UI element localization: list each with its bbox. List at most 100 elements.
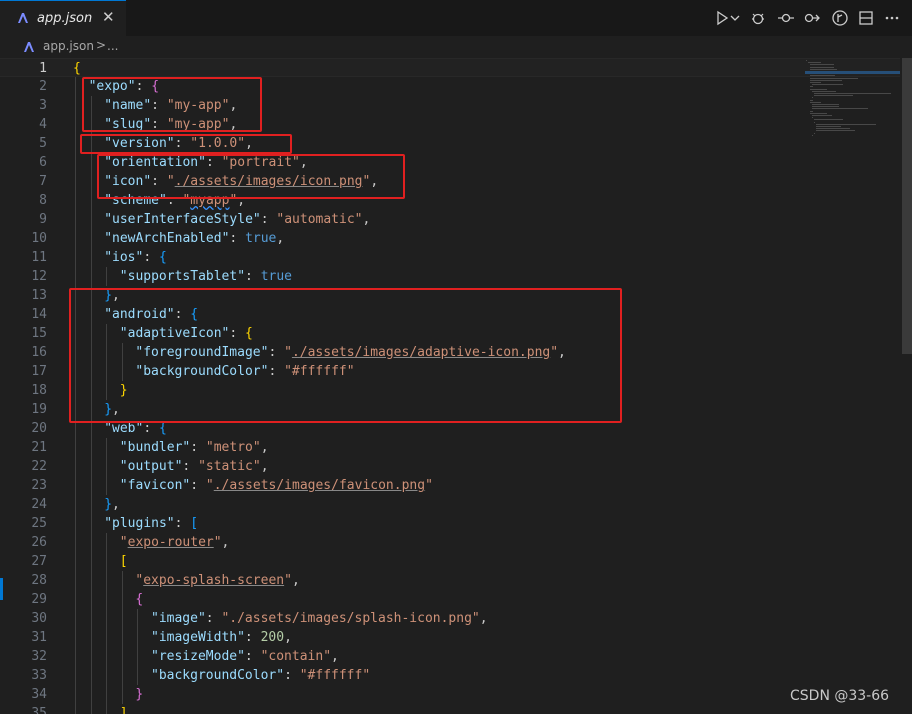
indent-guide (90, 495, 92, 514)
code-line[interactable]: 25 "plugins": [ (0, 514, 900, 533)
breadcrumb-more[interactable]: ... (107, 39, 118, 53)
code-token: : (229, 231, 246, 246)
breadcrumb-file[interactable]: app.json (43, 39, 94, 53)
code-line[interactable]: 9 "userInterfaceStyle": "automatic", (0, 210, 900, 229)
code-line[interactable]: 24}, (0, 495, 900, 514)
code-token: : (143, 421, 159, 436)
code-token: } (135, 687, 144, 702)
code-line[interactable]: 32 "resizeMode": "contain", (0, 647, 900, 666)
indent-guide (90, 609, 92, 628)
indent-guide (75, 704, 76, 714)
more-icon[interactable] (884, 10, 900, 26)
code-text: "newArchEnabled": true, (104, 229, 284, 248)
code-line[interactable]: 33 "backgroundColor": "#ffffff" (0, 666, 900, 685)
code-token: " (119, 535, 128, 550)
code-token: { (158, 250, 167, 265)
code-token: : (245, 269, 261, 284)
code-token: { (73, 61, 81, 76)
line-number: 18 (31, 383, 47, 398)
indent-guide (75, 628, 76, 647)
indent-guide (121, 666, 123, 685)
indent-guide (121, 685, 123, 704)
code-text: "output": "static", (120, 457, 269, 476)
minimap-line (812, 134, 814, 136)
code-line[interactable]: 35] (0, 704, 900, 714)
indent-guide (90, 457, 92, 476)
minimap-line (812, 117, 814, 119)
minimap-line (808, 62, 821, 64)
indent-guide (90, 229, 92, 248)
code-line[interactable]: 34} (0, 685, 900, 704)
code-line[interactable]: 1{ (0, 58, 900, 77)
code-token: } (104, 497, 113, 512)
indent-guide (90, 666, 92, 685)
line-number: 11 (31, 250, 47, 265)
indent-guide (106, 533, 108, 552)
code-line[interactable]: 26 "expo-router", (0, 533, 900, 552)
minimap-line (814, 121, 816, 123)
code-token: true (260, 269, 292, 284)
run-icon[interactable] (714, 10, 730, 26)
line-number: 14 (31, 307, 47, 322)
indent-guide (137, 666, 139, 685)
code-line[interactable]: 12 "supportsTablet": true (0, 267, 900, 286)
close-icon[interactable]: ✕ (102, 8, 115, 26)
indent-guide (75, 457, 76, 476)
code-line[interactable]: 10 "newArchEnabled": true, (0, 229, 900, 248)
minimap-line (814, 119, 844, 121)
git-compare-icon[interactable] (804, 10, 820, 26)
code-line[interactable]: 29 { (0, 590, 900, 609)
tab-app-json[interactable]: app.json ✕ (0, 0, 126, 36)
indent-guide (90, 552, 92, 571)
code-line[interactable]: 31 "imageWidth": 200, (0, 628, 900, 647)
indent-guide (121, 590, 123, 609)
indent-guide (106, 590, 108, 609)
code-line[interactable]: 22 "output": "static", (0, 457, 900, 476)
indent-guide (106, 647, 108, 666)
code-line[interactable]: 21 "bundler": "metro", (0, 438, 900, 457)
code-line[interactable]: 23 "favicon": "./assets/images/favicon.pn… (0, 476, 900, 495)
minimap-line (810, 88, 827, 90)
indent-guide (75, 514, 76, 533)
code-line[interactable]: 27 [ (0, 552, 900, 571)
chevron-down-icon[interactable] (730, 10, 740, 26)
line-number: 28 (31, 573, 47, 588)
line-number: 1 (39, 61, 47, 76)
minimap-line (810, 86, 813, 88)
indent-guide (121, 647, 123, 666)
indent-guide (106, 666, 108, 685)
code-text: "imageWidth": 200, (151, 628, 292, 647)
code-token: [ (119, 554, 128, 569)
indent-guide (90, 533, 92, 552)
indent-guide (90, 590, 92, 609)
debug-icon[interactable] (750, 10, 766, 26)
code-line[interactable]: 30 "image": "./assets/images/splash-icon.… (0, 609, 900, 628)
scrollbar-thumb[interactable] (902, 58, 912, 354)
minimap-line (816, 123, 877, 125)
indent-guide (90, 685, 92, 704)
code-token: : (205, 611, 222, 626)
indent-guide (106, 438, 108, 457)
split-editor-icon[interactable] (858, 10, 874, 26)
code-line[interactable]: 11 "ios": { (0, 248, 900, 267)
line-number: 12 (31, 269, 47, 284)
code-text: [ (120, 552, 128, 571)
git-commit-icon[interactable] (778, 10, 794, 26)
minimap-line (810, 82, 822, 83)
indent-guide (106, 609, 108, 628)
indent-guide (90, 571, 92, 590)
line-number: 15 (31, 326, 47, 341)
code-text: ] (120, 704, 128, 714)
code-token: "backgroundColor" (151, 668, 285, 683)
code-text: "plugins": [ (104, 514, 198, 533)
indent-guide (75, 191, 76, 210)
code-token: : (174, 516, 191, 531)
code-text: "favicon": "./assets/images/favicon.png" (120, 476, 433, 495)
line-number: 21 (31, 440, 47, 455)
line-number: 32 (31, 649, 47, 664)
code-token: , (284, 630, 292, 645)
tab-label: app.json (37, 11, 93, 26)
indent-guide (75, 153, 76, 172)
git-graph-icon[interactable] (832, 10, 848, 26)
code-line[interactable]: 28 "expo-splash-screen", (0, 571, 900, 590)
